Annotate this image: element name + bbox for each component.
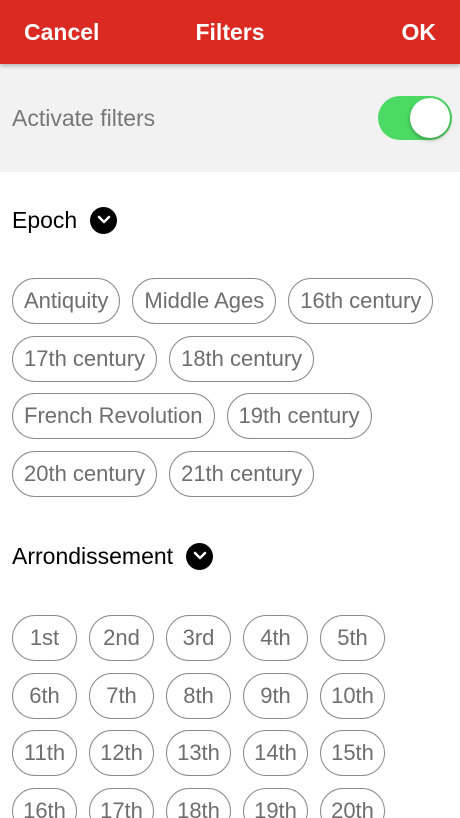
arrondissement-chip[interactable]: 12th xyxy=(89,730,154,776)
arrondissement-chip[interactable]: 16th xyxy=(12,787,77,818)
arrondissement-chip-list: 1st 2nd 3rd 4th 5th 6th 7th 8th 9th 10th 11th 12th 1… xyxy=(12,615,458,818)
arrondissement-chip[interactable]: 10th xyxy=(320,672,385,719)
arrondissement-section-header[interactable]: Arrondissement xyxy=(12,542,214,570)
arrondissement-chip[interactable]: 7th xyxy=(89,672,154,719)
arrondissement-chip[interactable]: 3rd xyxy=(166,615,231,661)
epoch-chip[interactable]: 17th century xyxy=(12,335,158,382)
epoch-chip[interactable]: French Revolution xyxy=(12,393,215,439)
arrondissement-chip[interactable]: 1st xyxy=(12,615,77,661)
epoch-chip[interactable]: 21th century xyxy=(169,450,315,497)
epoch-section-header[interactable]: Epoch xyxy=(12,206,118,234)
arrondissement-title: Arrondissement xyxy=(12,543,174,569)
cancel-button[interactable]: Cancel xyxy=(24,18,99,46)
arrondissement-chip[interactable]: 8th xyxy=(166,672,231,719)
arrondissement-chip[interactable]: 14th xyxy=(243,730,308,776)
epoch-chip[interactable]: 20th century xyxy=(12,450,158,497)
chevron-down-icon[interactable] xyxy=(90,206,118,234)
activate-filters-label: Activate filters xyxy=(12,105,156,131)
activate-filters-row: Activate filters xyxy=(0,64,460,172)
epoch-chip[interactable]: Middle Ages xyxy=(132,278,277,324)
toggle-knob xyxy=(410,98,450,138)
arrondissement-chip[interactable]: 19th xyxy=(243,787,308,818)
ok-button[interactable]: OK xyxy=(402,18,437,46)
epoch-chip[interactable]: 19th century xyxy=(226,393,372,439)
epoch-chip[interactable]: 18th century xyxy=(169,335,315,382)
arrondissement-chip[interactable]: 17th xyxy=(89,787,154,818)
arrondissement-chip[interactable]: 15th xyxy=(320,730,385,776)
epoch-title: Epoch xyxy=(12,207,78,233)
arrondissement-chip[interactable]: 4th xyxy=(243,615,308,661)
arrondissement-chip[interactable]: 6th xyxy=(12,672,77,719)
arrondissement-chip[interactable]: 13th xyxy=(166,730,231,776)
arrondissement-chip[interactable]: 20th xyxy=(320,787,385,818)
activate-filters-toggle[interactable] xyxy=(378,96,452,140)
arrondissement-chip[interactable]: 18th xyxy=(166,787,231,818)
chevron-down-icon[interactable] xyxy=(186,542,214,570)
arrondissement-chip[interactable]: 2nd xyxy=(89,615,154,661)
arrondissement-chip[interactable]: 9th xyxy=(243,672,308,719)
epoch-chip[interactable]: 16th century xyxy=(288,278,434,324)
epoch-chip-list: Antiquity Middle Ages 16th century 17th cen… xyxy=(12,278,458,508)
arrondissement-chip[interactable]: 11th xyxy=(12,730,77,776)
epoch-chip[interactable]: Antiquity xyxy=(12,278,121,324)
arrondissement-chip[interactable]: 5th xyxy=(320,615,385,661)
top-navigation-bar: Cancel Filters OK xyxy=(0,0,460,64)
